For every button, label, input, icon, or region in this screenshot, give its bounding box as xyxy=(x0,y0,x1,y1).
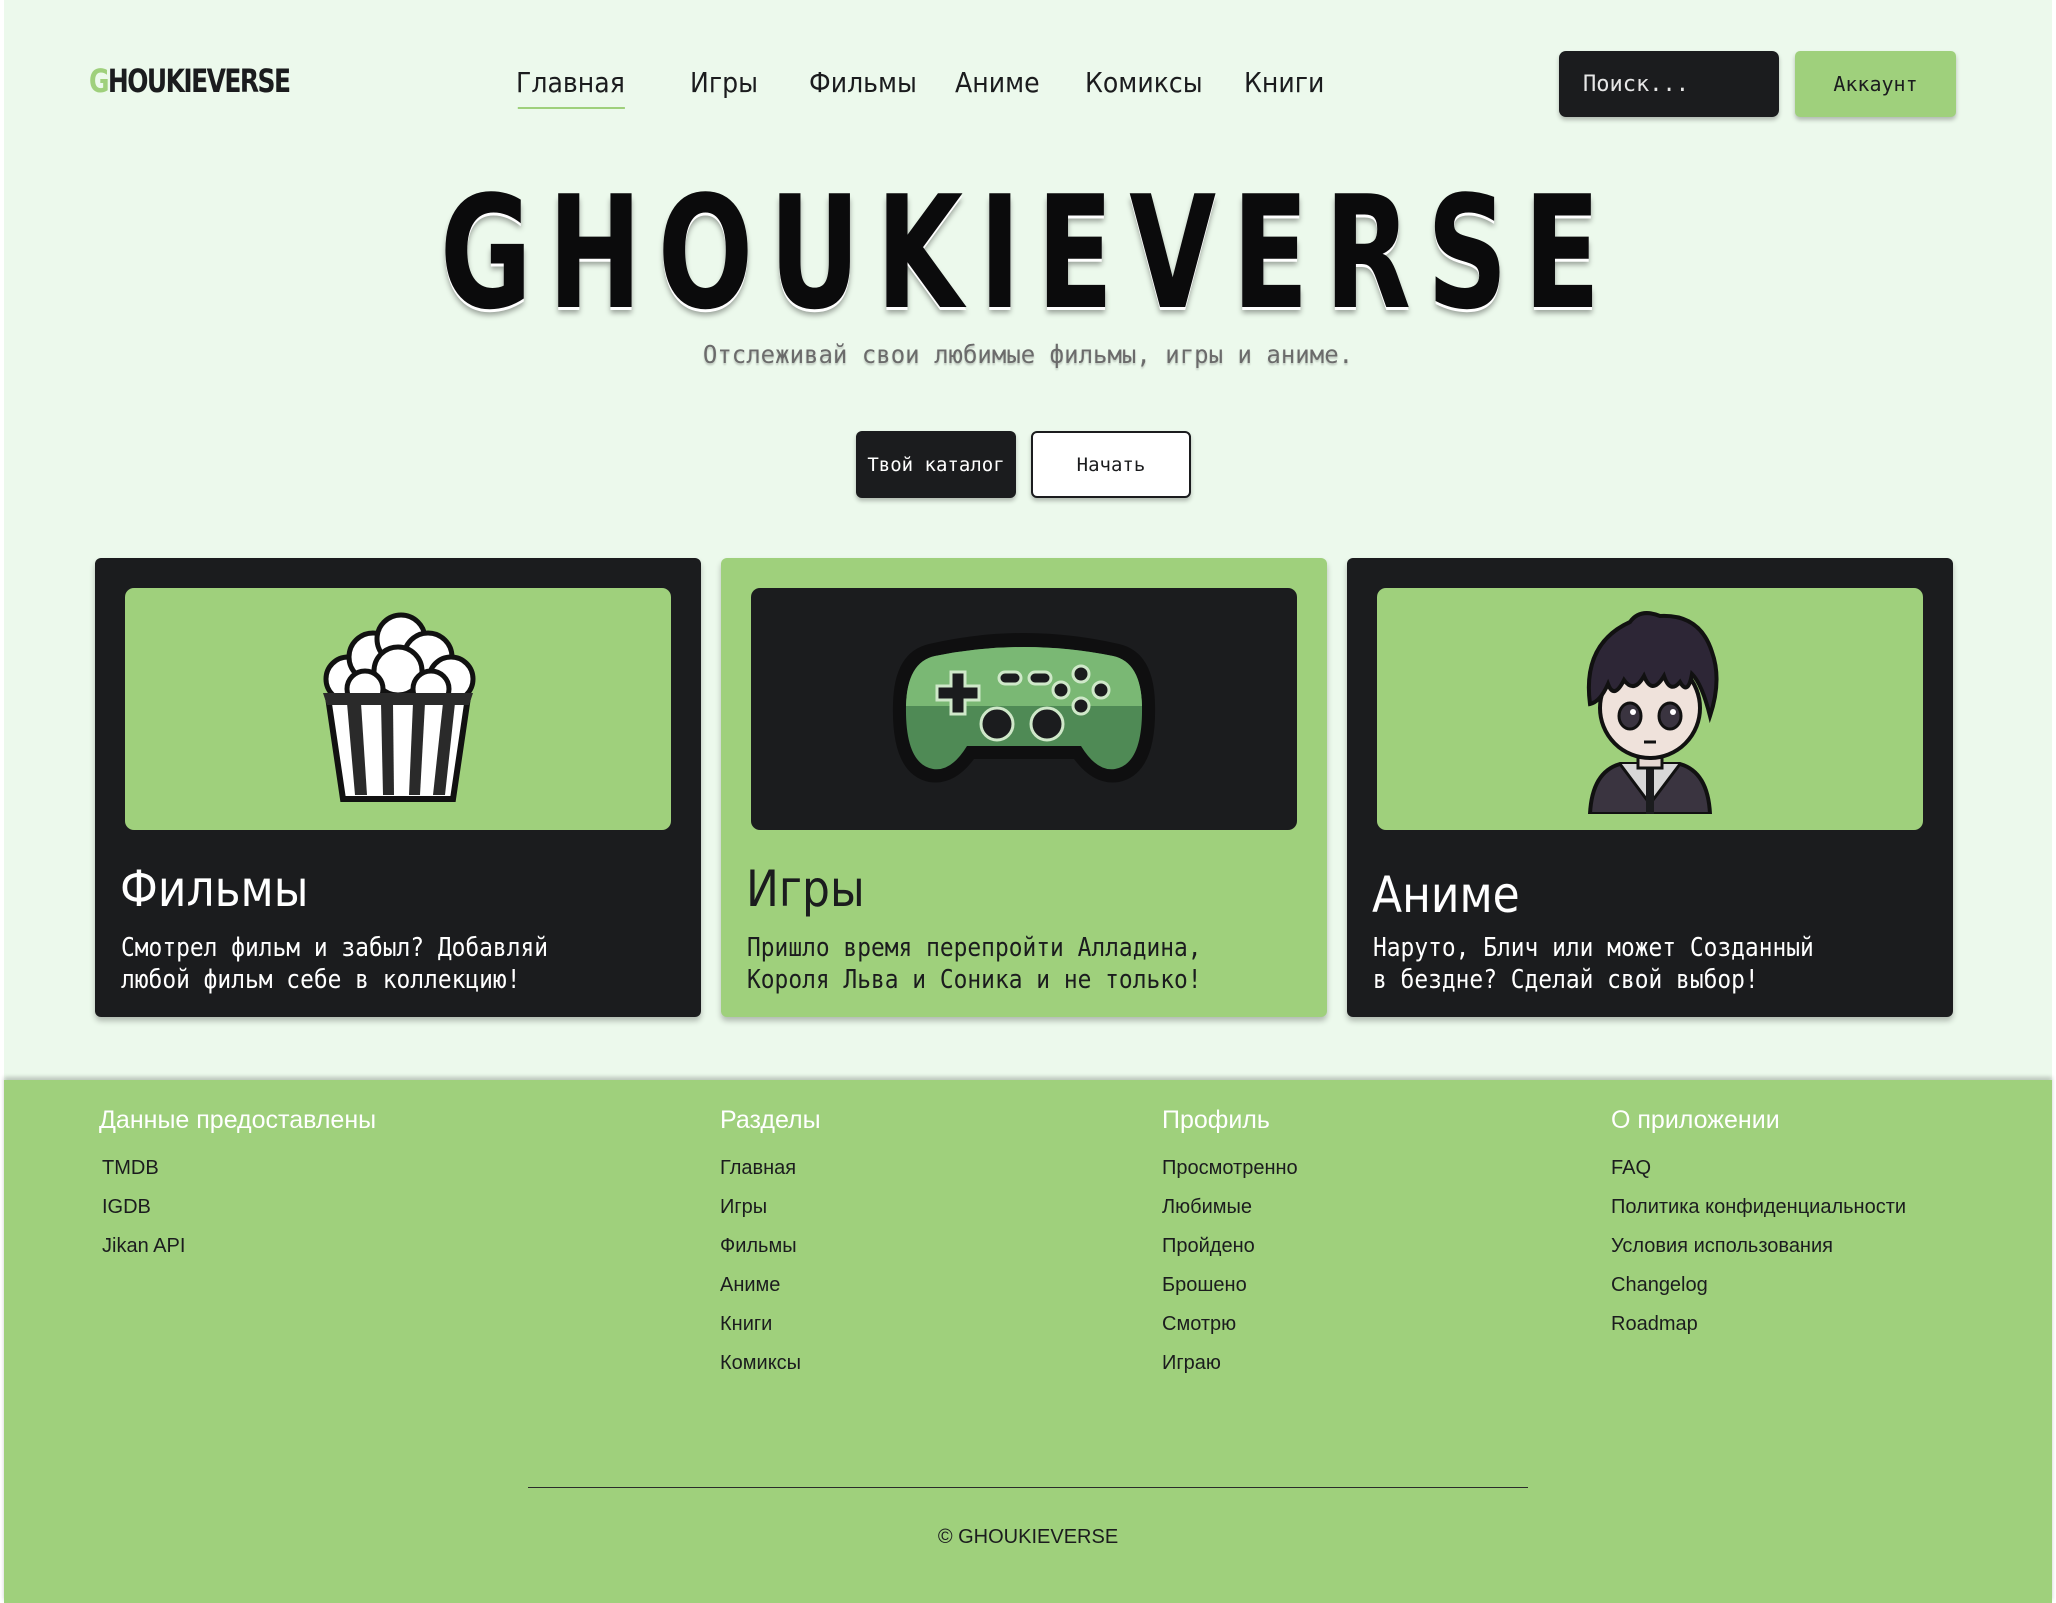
card-movies-image xyxy=(125,588,671,830)
card-movies-description: Смотрел фильм и забыл? Добавляй любой фи… xyxy=(121,932,631,996)
card-movies-title: Фильмы xyxy=(120,860,309,918)
card-anime-title: Аниме xyxy=(1372,866,1520,924)
footer-col-data: Данные предоставлены TMDB IGDB Jikan API xyxy=(99,1106,376,1274)
card-games-description-line: Короля Льва и Соника и не только! xyxy=(747,965,1202,995)
footer-link-jikan[interactable]: Jikan API xyxy=(99,1235,376,1274)
copyright: © GHOUKIEVERSE xyxy=(937,1526,1119,1548)
card-anime-description-line: в бездне? Сделай свой выбор! xyxy=(1373,965,1759,995)
footer-link-roadmap[interactable]: Roadmap xyxy=(1611,1313,1906,1352)
footer-link-favorites[interactable]: Любимые xyxy=(1162,1196,1298,1235)
search-box xyxy=(1559,51,1779,117)
nav-books[interactable]: Книги xyxy=(1244,66,1324,99)
card-anime[interactable]: Аниме Наруто, Блич или может Созданный в… xyxy=(1347,558,1953,1017)
footer-link-watching[interactable]: Смотрю xyxy=(1162,1313,1298,1352)
card-anime-description-line: Наруто, Блич или может Созданный xyxy=(1373,933,1814,963)
footer-link-faq[interactable]: FAQ xyxy=(1611,1157,1906,1196)
card-games[interactable]: Игры Пришло время перепройти Алладина, К… xyxy=(721,558,1327,1017)
footer-link-comics[interactable]: Комиксы xyxy=(720,1352,821,1391)
footer-link-playing[interactable]: Играю xyxy=(1162,1352,1298,1391)
footer-link-tmdb[interactable]: TMDB xyxy=(99,1157,376,1196)
nav-comics[interactable]: Комиксы xyxy=(1085,66,1203,99)
popcorn-icon xyxy=(323,612,476,802)
nav-games[interactable]: Игры xyxy=(690,66,758,99)
footer: Данные предоставлены TMDB IGDB Jikan API… xyxy=(4,1080,2052,1603)
footer-link-movies[interactable]: Фильмы xyxy=(720,1235,821,1274)
footer-link-changelog[interactable]: Changelog xyxy=(1611,1274,1906,1313)
card-games-description-line: Пришло время перепройти Алладина, xyxy=(747,933,1202,963)
footer-heading-sections: Разделы xyxy=(720,1106,821,1134)
footer-heading-profile: Профиль xyxy=(1162,1106,1270,1134)
search-input[interactable] xyxy=(1559,70,1765,98)
anime-character-icon xyxy=(1586,611,1719,814)
footer-link-dropped[interactable]: Брошено xyxy=(1162,1274,1298,1313)
card-movies-description-line: любой фильм себе в коллекцию! xyxy=(121,965,521,995)
card-games-image xyxy=(751,588,1297,830)
gamepad-icon xyxy=(892,633,1156,783)
footer-link-privacy[interactable]: Политика конфиденциальности xyxy=(1611,1196,1906,1235)
card-games-title: Игры xyxy=(746,860,865,918)
footer-heading-about: О приложении xyxy=(1611,1106,1780,1134)
card-games-description: Пришло время перепройти Алладина, Короля… xyxy=(747,932,1257,996)
start-button[interactable]: Начать xyxy=(1031,431,1191,498)
account-button[interactable]: Аккаунт xyxy=(1795,51,1956,117)
footer-link-home[interactable]: Главная xyxy=(720,1157,821,1196)
footer-divider xyxy=(528,1487,1528,1488)
footer-link-books[interactable]: Книги xyxy=(720,1313,821,1352)
nav-anime[interactable]: Аниме xyxy=(955,66,1040,99)
logo-rest: HOUKIEVERSE xyxy=(107,62,291,100)
card-movies-description-line: Смотрел фильм и забыл? Добавляй xyxy=(121,933,549,963)
site-logo[interactable]: GHOUKIEVERSE xyxy=(89,62,291,100)
footer-col-about: О приложении FAQ Политика конфиденциальн… xyxy=(1611,1106,1906,1352)
footer-col-sections: Разделы Главная Игры Фильмы Аниме Книги … xyxy=(720,1106,821,1391)
card-movies[interactable]: Фильмы Смотрел фильм и забыл? Добавляй л… xyxy=(95,558,701,1017)
footer-link-completed[interactable]: Пройдено xyxy=(1162,1235,1298,1274)
hero-subtitle: Отслеживай свои любимые фильмы, игры и а… xyxy=(702,340,1354,369)
nav-home[interactable]: Главная xyxy=(516,66,625,109)
footer-link-igdb[interactable]: IGDB xyxy=(99,1196,376,1235)
footer-link-anime[interactable]: Аниме xyxy=(720,1274,821,1313)
catalog-button[interactable]: Твой каталог xyxy=(856,431,1016,498)
footer-col-profile: Профиль Просмотренно Любимые Пройдено Бр… xyxy=(1162,1106,1298,1391)
footer-link-games[interactable]: Игры xyxy=(720,1196,821,1235)
footer-heading-data: Данные предоставлены xyxy=(99,1106,377,1134)
footer-link-terms[interactable]: Условия использования xyxy=(1611,1235,1906,1274)
card-anime-image xyxy=(1377,588,1923,830)
card-anime-description: Наруто, Блич или может Созданный в бездн… xyxy=(1373,932,1883,996)
hero-title: GHOUKIEVERSE xyxy=(439,162,1617,344)
page: GHOUKIEVERSE Главная Игры Фильмы Аниме К… xyxy=(4,0,2052,1603)
logo-first-letter: G xyxy=(89,62,110,100)
footer-link-watched[interactable]: Просмотренно xyxy=(1162,1157,1298,1196)
nav-movies[interactable]: Фильмы xyxy=(809,66,917,99)
